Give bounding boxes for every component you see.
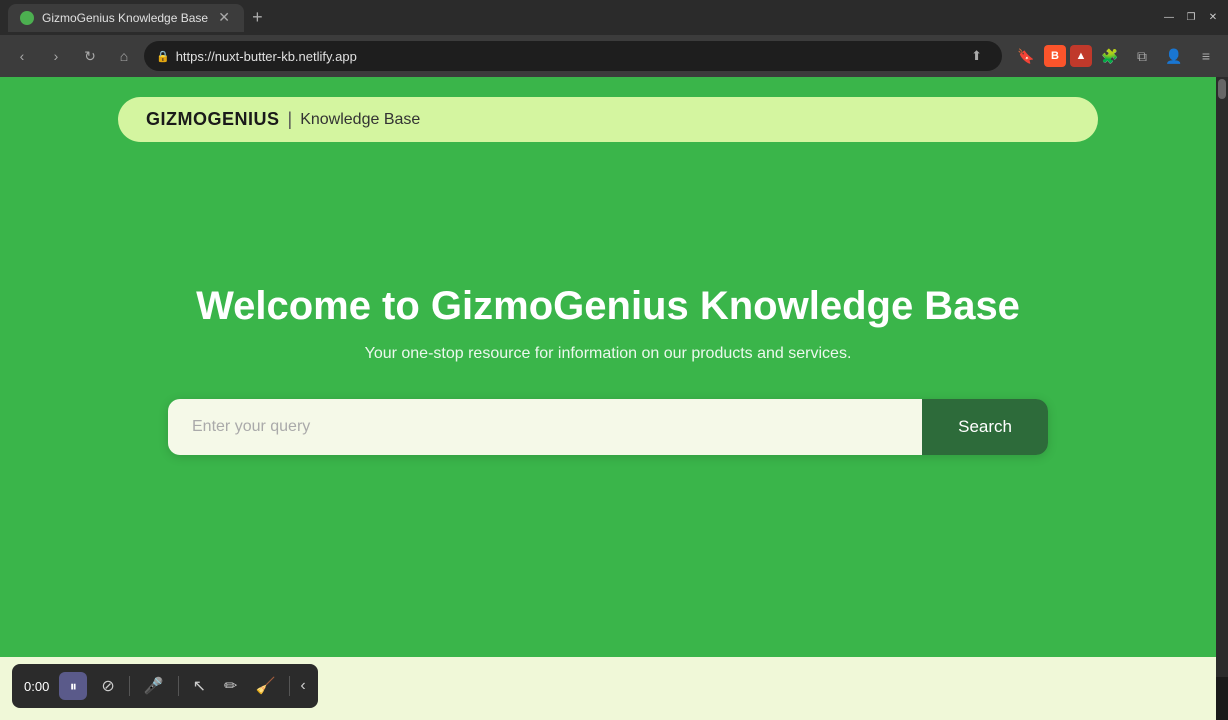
minimize-button[interactable]: — — [1162, 11, 1176, 25]
menu-icon[interactable]: ≡ — [1192, 42, 1220, 70]
hero-section: Welcome to GizmoGenius Knowledge Base Yo… — [168, 142, 1048, 657]
pause-button[interactable]: ⏸ — [59, 672, 87, 700]
reload-button[interactable]: ↻ — [76, 42, 104, 70]
main-content: GIZMOGENIUS | Knowledge Base Welcome to … — [0, 77, 1216, 657]
back-button[interactable]: ‹ — [8, 42, 36, 70]
toolbar-divider-3 — [289, 676, 290, 696]
tab-bar: GizmoGenius Knowledge Base ✕ + — [8, 0, 1158, 35]
toolbar-divider-2 — [178, 676, 179, 696]
tab-close-button[interactable]: ✕ — [216, 9, 232, 26]
brave-extension-icon[interactable]: B — [1044, 45, 1066, 67]
search-container: Search — [168, 399, 1048, 455]
scrollbar-thumb[interactable] — [1218, 79, 1226, 99]
brand-section: Knowledge Base — [300, 111, 420, 129]
forward-button[interactable]: › — [42, 42, 70, 70]
window-controls: — ❐ ✕ — [1162, 11, 1220, 25]
new-tab-button[interactable]: + — [244, 7, 271, 28]
mic-tool-button[interactable]: 🎤 — [140, 674, 168, 698]
tab-favicon — [20, 11, 34, 25]
puzzle-icon[interactable]: 🧩 — [1096, 42, 1124, 70]
split-screen-icon[interactable]: ⧉ — [1128, 42, 1156, 70]
maximize-button[interactable]: ❐ — [1184, 11, 1198, 25]
profile-icon[interactable]: 👤 — [1160, 42, 1188, 70]
home-button[interactable]: ⌂ — [110, 42, 138, 70]
navbar: GIZMOGENIUS | Knowledge Base — [118, 97, 1098, 142]
collapse-toolbar-button[interactable]: ‹ — [300, 677, 305, 695]
active-tab[interactable]: GizmoGenius Knowledge Base ✕ — [8, 4, 244, 32]
address-actions: ⬆ — [963, 46, 990, 66]
brush-tool-button[interactable]: 🧹 — [251, 674, 279, 698]
pause-icon: ⏸ — [70, 678, 77, 695]
url-text: https://nuxt-butter-kb.netlify.app — [176, 49, 957, 64]
hero-subtitle: Your one-stop resource for information o… — [365, 345, 852, 363]
browser-titlebar: GizmoGenius Knowledge Base ✕ + — ❐ ✕ — [0, 0, 1228, 35]
brand-name: GIZMOGENIUS — [146, 109, 280, 130]
search-input[interactable] — [168, 399, 922, 455]
hero-title: Welcome to GizmoGenius Knowledge Base — [196, 284, 1020, 329]
address-bar-row: ‹ › ↻ ⌂ 🔒 https://nuxt-butter-kb.netlify… — [0, 35, 1228, 77]
triangle-extension-icon[interactable]: ▲ — [1070, 45, 1092, 67]
address-field[interactable]: 🔒 https://nuxt-butter-kb.netlify.app ⬆ — [144, 41, 1002, 71]
browser-extensions: 🔖 B ▲ 🧩 ⧉ 👤 ≡ — [1012, 42, 1220, 70]
bookmark-icon[interactable]: 🔖 — [1012, 42, 1040, 70]
brand-separator: | — [288, 109, 293, 130]
toolbar-time: 0:00 — [24, 679, 49, 694]
pen-tool-button[interactable]: ✏ — [220, 674, 241, 698]
toolbar-divider — [129, 676, 130, 696]
search-button[interactable]: Search — [922, 399, 1048, 455]
tab-title: GizmoGenius Knowledge Base — [42, 11, 208, 25]
cursor-tool-button[interactable]: ↖ — [189, 674, 210, 698]
eraser-tool-button[interactable]: ⊘ — [97, 674, 118, 698]
lock-icon: 🔒 — [156, 50, 170, 63]
share-icon[interactable]: ⬆ — [967, 46, 986, 66]
browser-scrollbar[interactable] — [1216, 77, 1228, 677]
recording-toolbar: 0:00 ⏸ ⊘ 🎤 ↖ ✏ 🧹 ‹ — [12, 664, 318, 708]
close-window-button[interactable]: ✕ — [1206, 11, 1220, 25]
